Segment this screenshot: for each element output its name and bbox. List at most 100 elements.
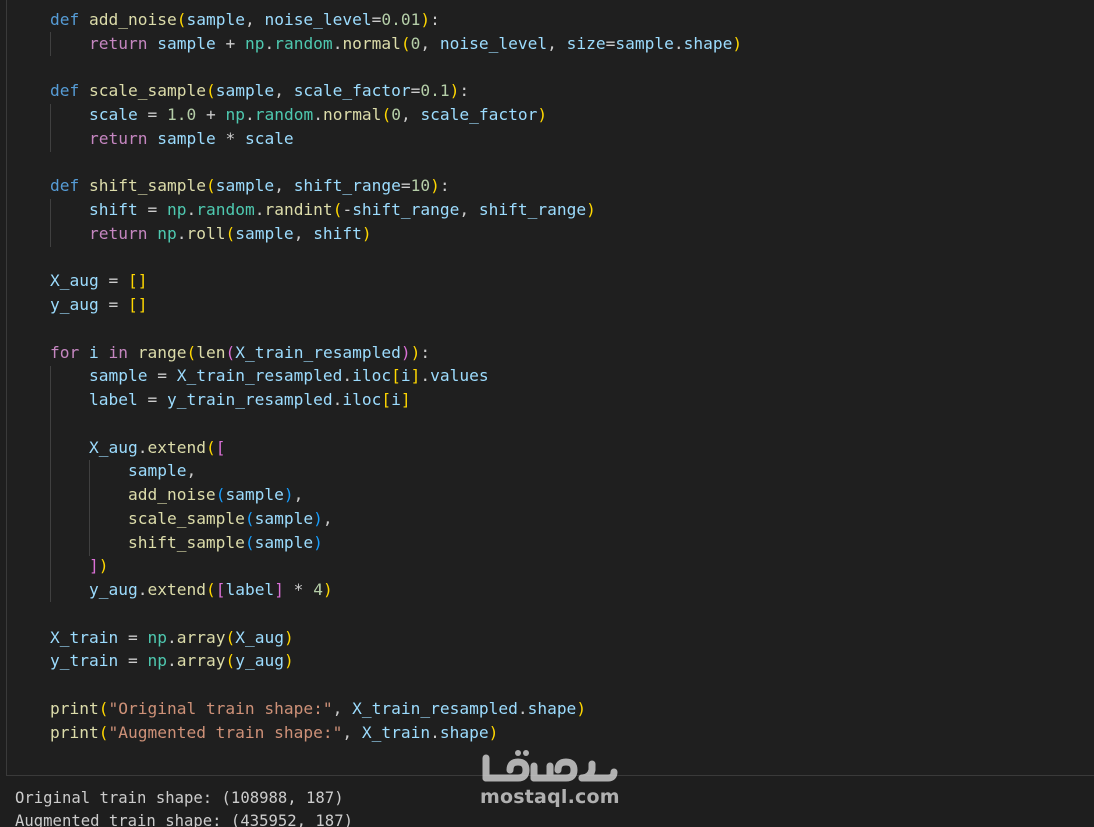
code-cell[interactable]: def add_noise(sample, noise_level=0.01):… (6, 0, 1094, 776)
code-token: . (254, 200, 265, 219)
code-token: = (371, 10, 382, 29)
code-token: , (244, 10, 265, 29)
code-token: 0.01 (381, 10, 421, 29)
code-token: . (517, 698, 528, 718)
code-token: ) (430, 176, 440, 196)
code-token: scale_factor (293, 81, 411, 101)
code-token: , (322, 508, 333, 528)
code-token: . (166, 651, 177, 671)
code-token: . (430, 722, 440, 742)
watermark-text: mostaql.com (480, 786, 620, 808)
code-token: i (89, 342, 99, 362)
code-token: ) (537, 105, 548, 124)
code-token: extend (147, 580, 206, 599)
code-token: [] (127, 271, 148, 291)
code-token: np (147, 651, 167, 671)
code-token: sample (254, 532, 314, 552)
code-token: , (293, 223, 314, 243)
code-token: 0 (410, 33, 421, 53)
code-line: for i in range(len(X_train_resampled)): (50, 341, 430, 365)
code-token: roll (186, 223, 226, 243)
code-token: 0.1 (420, 81, 450, 101)
code-token: [ (381, 390, 392, 409)
code-line: label = y_train_resampled.iloc[i] (50, 388, 411, 412)
code-token: i (400, 366, 411, 386)
code-token: = (118, 651, 148, 671)
code-token: ) (410, 342, 421, 362)
code-token: 4 (313, 580, 323, 599)
code-token: . (332, 33, 343, 53)
code-token: ( (225, 651, 236, 671)
code-token: ) (313, 532, 323, 552)
code-token: ) (313, 508, 323, 528)
code-token: scale_factor (420, 105, 538, 124)
code-token: label (88, 390, 138, 409)
code-token: = (98, 271, 128, 291)
code-token: . (420, 366, 431, 386)
code-token: iloc (352, 366, 392, 386)
code-token: 1.0 (166, 105, 197, 124)
code-token: y_train (50, 651, 119, 671)
code-token: ( (176, 10, 187, 29)
code-token: ) (361, 223, 372, 243)
code-token: , (274, 81, 294, 101)
code-token: len (196, 342, 226, 362)
mostaql-logo-icon (482, 750, 618, 782)
code-token: ) (586, 200, 596, 219)
code-token: scale_sample (127, 508, 245, 528)
code-line: def add_noise(sample, noise_level=0.01): (50, 8, 440, 32)
code-line: return sample * scale (50, 127, 294, 151)
code-token: X_train_resampled (176, 366, 343, 386)
code-token: noise_level (439, 33, 548, 53)
code-line: return sample + np.random.normal(0, nois… (50, 32, 742, 56)
code-token: y_aug (235, 651, 284, 671)
code-token: sample (235, 223, 294, 243)
code-token: sample (225, 485, 284, 504)
code-token: y_aug (88, 580, 138, 599)
code-token: . (313, 105, 323, 124)
code-token: shape (439, 722, 489, 742)
code-token: . (186, 200, 197, 219)
code-token: X_aug (50, 271, 99, 291)
code-token: = (137, 200, 167, 219)
code-token: . (176, 223, 187, 243)
code-token: . (137, 580, 148, 599)
code-token: = (98, 295, 128, 314)
code-token: = (137, 390, 167, 409)
code-token: 0 (391, 105, 401, 124)
code-token: print (50, 722, 99, 742)
code-token: X_train_resampled (235, 342, 401, 362)
code-token: , (400, 105, 421, 124)
code-token: shape (527, 698, 577, 718)
code-token: = (137, 105, 167, 124)
code-token: normal (322, 105, 382, 124)
code-token: , (332, 698, 353, 718)
code-token: shift_sample (127, 532, 245, 552)
code-token: random (254, 105, 314, 124)
code-token: random (196, 200, 255, 219)
code-token: ( (244, 532, 255, 552)
code-token: random (274, 33, 333, 53)
code-token: normal (342, 33, 401, 53)
code-token: [ (215, 580, 226, 599)
code-token: ) (283, 485, 294, 504)
code-token: = (400, 176, 411, 196)
code-token: * (215, 128, 245, 148)
code-token: sample (215, 81, 275, 101)
code-line: def shift_sample(sample, shift_range=10)… (50, 174, 450, 198)
code-token: . (332, 390, 343, 409)
code-line: def scale_sample(sample, scale_factor=0.… (50, 79, 469, 103)
code-token: return (88, 33, 148, 53)
code-token: def (50, 81, 80, 101)
code-token: return (88, 223, 148, 243)
